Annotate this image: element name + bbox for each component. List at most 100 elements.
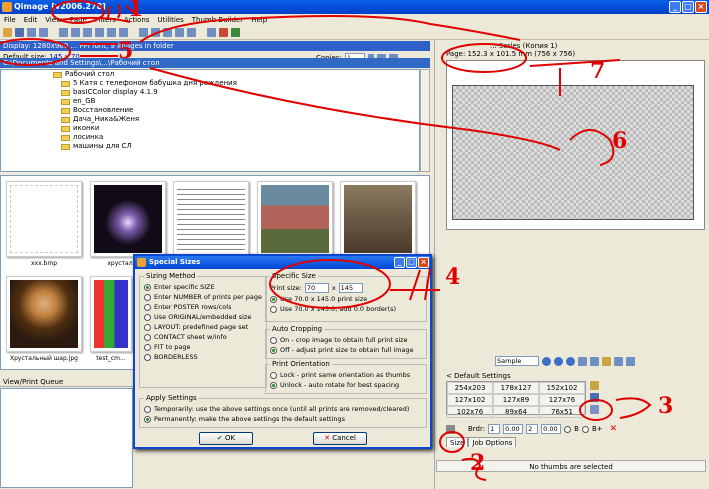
size-method-option[interactable]: Use ORIGINAL/embedded size [144, 312, 262, 322]
undo-icon[interactable] [187, 28, 196, 37]
layout-icon[interactable] [83, 28, 92, 37]
default-settings-title[interactable]: < Default Settings [446, 372, 511, 380]
size-method-option[interactable]: FIT to page [144, 342, 262, 352]
radio-icon[interactable] [144, 415, 151, 423]
refresh-icon[interactable] [566, 356, 575, 366]
next-icon[interactable] [554, 356, 563, 366]
help-icon[interactable] [231, 28, 240, 37]
print-queue[interactable] [0, 388, 133, 488]
border-bplus-radio[interactable] [581, 425, 589, 433]
menu-page[interactable]: Page [70, 14, 87, 26]
radio-icon[interactable] [144, 303, 151, 311]
paste-icon[interactable] [175, 28, 184, 37]
dialog-close-button[interactable]: × [418, 257, 429, 268]
size-method-option[interactable]: Enter NUMBER of prints per page [144, 292, 262, 302]
save-preset-icon[interactable] [590, 393, 599, 402]
radio-icon[interactable] [144, 343, 151, 351]
save-icon[interactable] [15, 28, 24, 37]
minimize-button[interactable]: _ [669, 1, 681, 13]
tree-item[interactable]: лосинка [1, 133, 419, 142]
apply-option[interactable]: Temporarily: use the above settings once… [144, 404, 422, 414]
menu-help[interactable]: Help [251, 14, 267, 26]
zoom-out-icon[interactable] [578, 356, 587, 366]
size-method-option[interactable]: Enter POSTER rows/cols [144, 302, 262, 312]
size-preset[interactable]: 89x64 [493, 406, 539, 418]
path-bar[interactable]: C:\Documents and Settings\...\Рабочий ст… [0, 58, 430, 68]
filter-icon[interactable] [95, 28, 104, 37]
folder-tree[interactable]: Рабочий стол 5 Катя с телефоном бабушка … [0, 69, 420, 172]
tree-item[interactable]: Дача_Ника&Женя [1, 115, 419, 124]
menu-utilities[interactable]: Utilities [157, 14, 183, 26]
tab-size[interactable]: Size [446, 437, 469, 447]
tree-item[interactable]: машины для СЛ [1, 142, 419, 151]
print-icon[interactable] [27, 28, 36, 37]
radio-icon[interactable] [144, 313, 151, 321]
prev-icon[interactable] [542, 356, 551, 366]
copy-icon[interactable] [163, 28, 172, 37]
size-use-option[interactable]: Use 70.0 x 145.0, add 0.0 border(s) [270, 304, 422, 314]
dialog-minimize-button[interactable]: _ [394, 257, 405, 268]
tab-job-options[interactable]: Job Options [468, 437, 517, 447]
border-input-4[interactable]: 0.00 [541, 424, 562, 434]
size-method-option[interactable]: Enter specific SIZE [144, 282, 262, 292]
radio-icon[interactable] [144, 333, 151, 341]
menu-filters[interactable]: Filters [95, 14, 116, 26]
size-preset[interactable]: 127x76 [539, 394, 585, 406]
sample-select[interactable]: Sample [495, 356, 539, 366]
size-preset[interactable]: 178x127 [493, 382, 539, 394]
size-preset[interactable]: 127x89 [493, 394, 539, 406]
size-preset[interactable]: 152x102 [539, 382, 585, 394]
size-preset[interactable]: 127x102 [447, 394, 493, 406]
border-input-1[interactable]: 1 [488, 424, 501, 434]
orientation-option[interactable]: Lock - print same orientation as thumbs [270, 370, 422, 380]
thumbnail[interactable] [257, 181, 333, 257]
tree-item[interactable]: Рабочий стол [1, 70, 419, 79]
tree-item[interactable]: Восстановление [1, 106, 419, 115]
thumbnail[interactable] [90, 181, 166, 257]
radio-icon[interactable] [270, 295, 277, 303]
border-b-radio[interactable] [564, 425, 572, 433]
orientation-option[interactable]: Unlock - auto rotate for best spacing [270, 380, 422, 390]
border-input-2[interactable]: 0.00 [503, 424, 524, 434]
close-button[interactable]: × [695, 1, 707, 13]
special-sizes-icon[interactable] [590, 405, 599, 414]
thumbnail[interactable] [90, 276, 132, 352]
zoom-in-icon[interactable] [590, 356, 599, 366]
crop-option[interactable]: Off - adjust print size to obtain full i… [270, 345, 422, 355]
print-height-input[interactable]: 145 [338, 283, 363, 293]
size-preset[interactable]: 102x76 [447, 406, 493, 418]
radio-icon[interactable] [270, 346, 277, 354]
radio-icon[interactable] [144, 353, 151, 361]
border-input-3[interactable]: 2 [526, 424, 539, 434]
size-preset[interactable]: 254x203 [447, 382, 493, 394]
edit-icon[interactable] [151, 28, 160, 37]
crop-option[interactable]: On - crop image to obtain full print siz… [270, 335, 422, 345]
tree-item[interactable]: basICColor display 4.1.9 [1, 88, 419, 97]
size-method-option[interactable]: LAYOUT: predefined page set [144, 322, 262, 332]
add-preset-icon[interactable] [590, 381, 599, 390]
maximize-button[interactable]: □ [682, 1, 694, 13]
menu-file[interactable]: File [4, 14, 16, 26]
tree-item[interactable]: en_GB [1, 97, 419, 106]
lock-icon[interactable] [602, 356, 611, 366]
info-icon[interactable] [626, 356, 635, 366]
tree-scrollbar[interactable] [420, 69, 430, 172]
scissors-icon[interactable] [446, 424, 455, 434]
zoom-icon[interactable] [119, 28, 128, 37]
size-method-option[interactable]: CONTACT sheet w/info [144, 332, 262, 342]
size-method-option[interactable]: BORDERLESS [144, 352, 262, 362]
radio-icon[interactable] [270, 305, 277, 313]
view-list-icon[interactable] [71, 28, 80, 37]
menu-thumb-builder[interactable]: Thumb Builder [192, 14, 243, 26]
radio-icon[interactable] [144, 405, 151, 413]
tree-item[interactable]: иконки [1, 124, 419, 133]
radio-icon[interactable] [270, 336, 277, 344]
radio-icon[interactable] [270, 381, 277, 389]
apply-option[interactable]: Permanently: make the above settings the… [144, 414, 422, 424]
size-preset[interactable]: 76x51 [539, 406, 585, 418]
menu-actions[interactable]: Actions [124, 14, 150, 26]
ok-button[interactable]: ✔ OK [199, 432, 253, 445]
clear-icon[interactable]: ✕ [610, 424, 618, 434]
thumbnail[interactable] [173, 181, 249, 257]
settings-icon[interactable] [207, 28, 216, 37]
